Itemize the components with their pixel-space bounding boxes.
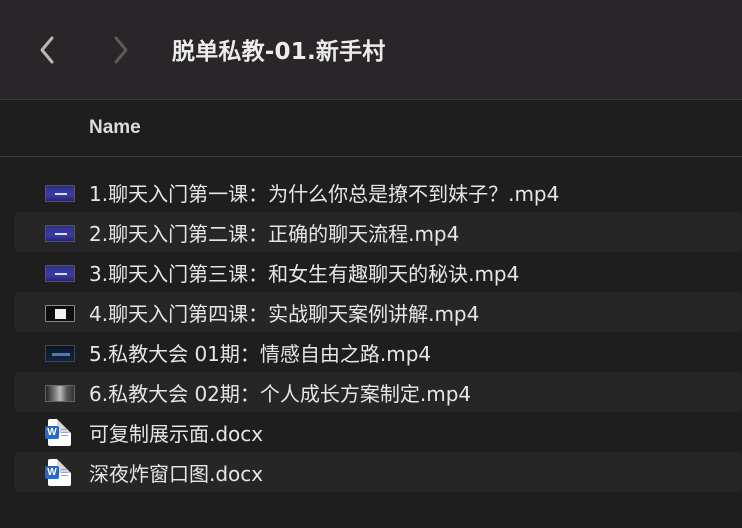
- file-row[interactable]: 6.私教大会 02期：个人成长方案制定.mp4: [14, 372, 742, 412]
- file-name: 4.聊天入门第四课：实战聊天案例讲解.mp4: [89, 302, 480, 326]
- finder-window: 脱单私教-01.新手村 Name 1.聊天入门第一课：为什么你总是撩不到妹子？.…: [0, 0, 742, 528]
- window-title: 脱单私教-01.新手村: [172, 39, 386, 65]
- forward-button[interactable]: [107, 30, 137, 70]
- column-header-name[interactable]: Name: [89, 117, 141, 139]
- video-thumbnail-icon: [45, 259, 75, 285]
- file-row[interactable]: 3.聊天入门第三课：和女生有趣聊天的秘诀.mp4: [14, 252, 742, 292]
- file-name: 2.聊天入门第二课：正确的聊天流程.mp4: [89, 222, 460, 246]
- file-row[interactable]: W 深夜炸窗口图.docx: [14, 452, 742, 492]
- file-row[interactable]: 1.聊天入门第一课：为什么你总是撩不到妹子？.mp4: [14, 172, 742, 212]
- column-header-row: Name: [0, 101, 742, 157]
- video-thumbnail-icon: [45, 299, 75, 325]
- back-button[interactable]: [33, 30, 63, 70]
- file-row[interactable]: W 可复制展示面.docx: [14, 412, 742, 452]
- file-name: 6.私教大会 02期：个人成长方案制定.mp4: [89, 382, 472, 406]
- file-row[interactable]: 4.聊天入门第四课：实战聊天案例讲解.mp4: [14, 292, 742, 332]
- file-name: 1.聊天入门第一课：为什么你总是撩不到妹子？.mp4: [89, 182, 560, 206]
- file-name: 5.私教大会 01期：情感自由之路.mp4: [89, 342, 432, 366]
- video-thumbnail-icon: [45, 379, 75, 405]
- file-name: 3.聊天入门第三课：和女生有趣聊天的秘诀.mp4: [89, 262, 520, 286]
- file-row[interactable]: 5.私教大会 01期：情感自由之路.mp4: [14, 332, 742, 372]
- file-name: 可复制展示面.docx: [89, 422, 264, 446]
- file-row[interactable]: 2.聊天入门第二课：正确的聊天流程.mp4: [14, 212, 742, 252]
- word-document-icon: W: [45, 419, 75, 446]
- video-thumbnail-icon: [45, 219, 75, 245]
- chevron-right-icon: [114, 36, 128, 64]
- word-document-icon: W: [45, 459, 75, 486]
- video-thumbnail-icon: [45, 179, 75, 205]
- video-thumbnail-icon: [45, 339, 75, 365]
- chevron-left-icon: [40, 36, 54, 64]
- toolbar: 脱单私教-01.新手村: [0, 0, 742, 100]
- file-name: 深夜炸窗口图.docx: [89, 462, 264, 486]
- file-list: 1.聊天入门第一课：为什么你总是撩不到妹子？.mp4 2.聊天入门第二课：正确的…: [0, 172, 742, 492]
